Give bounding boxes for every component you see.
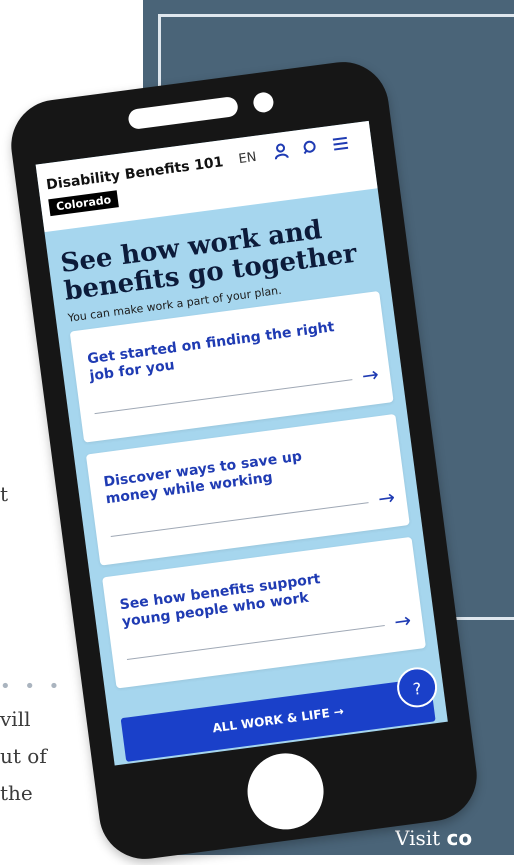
search-icon[interactable]: [301, 138, 322, 163]
arrow-right-icon[interactable]: →: [360, 362, 380, 388]
arrow-right-icon[interactable]: →: [377, 485, 397, 511]
card-label[interactable]: Discover ways to save up money while wor…: [103, 442, 355, 508]
language-toggle[interactable]: EN: [238, 150, 258, 167]
phone-home-button: [242, 748, 329, 835]
phone-camera: [252, 91, 275, 114]
menu-icon[interactable]: [330, 134, 351, 159]
phone-screen: Disability Benefits 101 Colorado EN See …: [35, 120, 448, 766]
user-icon[interactable]: [271, 141, 292, 166]
card-label[interactable]: See how benefits support young people wh…: [119, 565, 371, 631]
card-label[interactable]: Get started on finding the right job for…: [86, 319, 338, 385]
dots-divider: • • •: [0, 676, 64, 697]
all-work-life-button[interactable]: ALL WORK & LIFE →: [120, 677, 436, 762]
card-young-people[interactable]: See how benefits support young people wh…: [102, 536, 427, 689]
left-text-fragment: vill: [0, 707, 31, 731]
left-text-fragment: ut of: [0, 744, 47, 768]
visit-text: Visit co: [395, 826, 473, 850]
state-badge[interactable]: Colorado: [48, 190, 120, 217]
left-text-fragment: t: [0, 482, 9, 506]
phone-speaker: [127, 95, 239, 131]
left-text-fragment: the: [0, 781, 33, 805]
arrow-right-icon[interactable]: →: [393, 608, 413, 634]
card-divider: [94, 379, 353, 415]
card-divider: [126, 625, 385, 660]
card-divider: [110, 502, 369, 538]
app-title[interactable]: Disability Benefits 101: [45, 154, 224, 193]
